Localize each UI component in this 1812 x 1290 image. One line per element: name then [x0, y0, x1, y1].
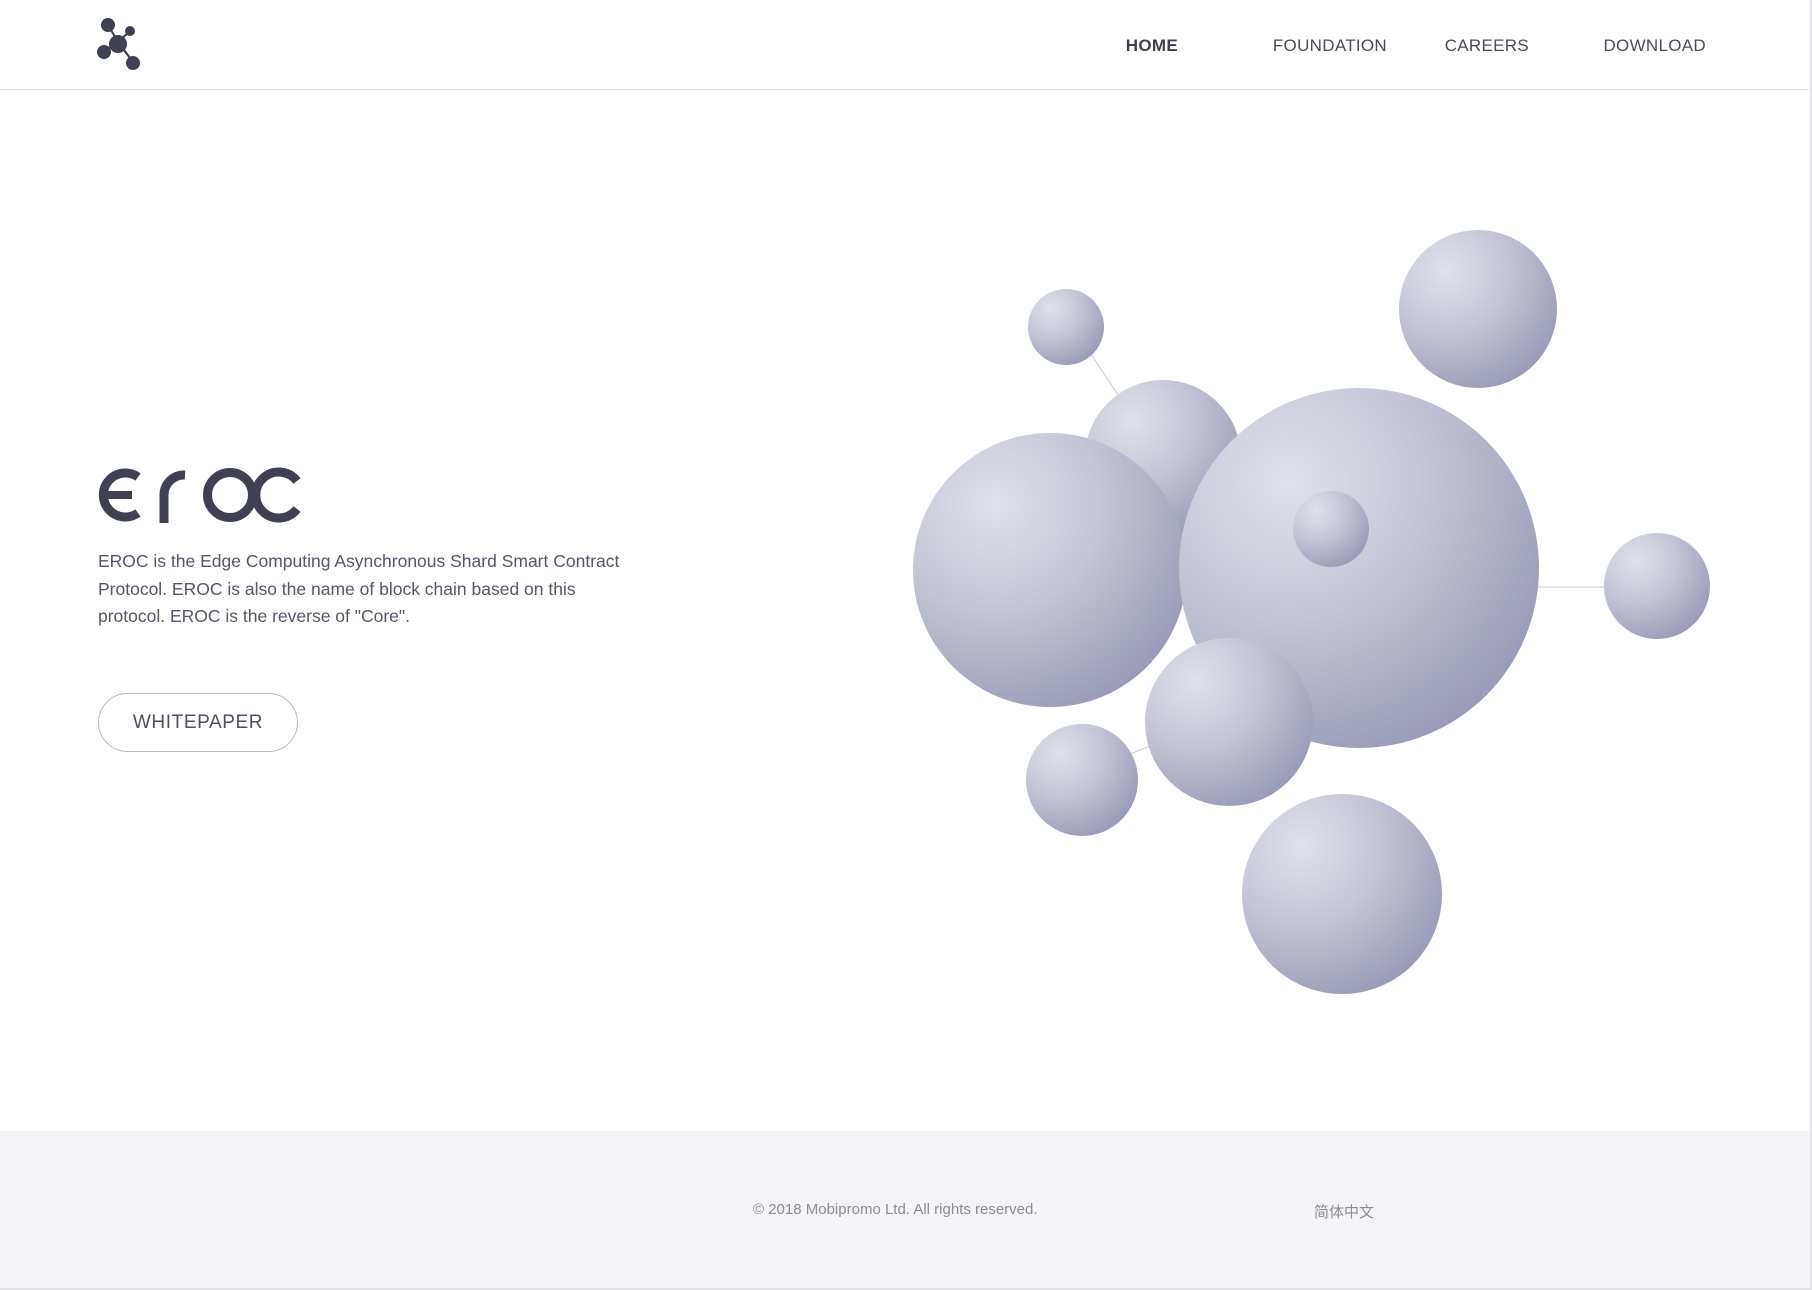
nav-foundation[interactable]: FOUNDATION — [1273, 36, 1387, 56]
nav-careers[interactable]: CAREERS — [1445, 36, 1529, 56]
molecule-logo-icon[interactable] — [96, 18, 146, 72]
eroc-wordmark-logo — [98, 467, 301, 523]
sphere-cluster-illustration — [913, 230, 1710, 994]
language-switch-link[interactable]: 简体中文 — [1314, 1201, 1374, 1222]
hero-description: EROC is the Edge Computing Asynchronous … — [98, 551, 620, 626]
page: HOME FOUNDATION CAREERS DOWNLOAD EROC is… — [0, 0, 1812, 1290]
copyright-text: © 2018 Mobipromo Ltd. All rights reserve… — [753, 1201, 1038, 1218]
nav-home[interactable]: HOME — [1126, 36, 1178, 56]
nav-download[interactable]: DOWNLOAD — [1603, 36, 1706, 56]
site-header: HOME FOUNDATION CAREERS DOWNLOAD — [0, 0, 1810, 90]
whitepaper-button[interactable]: WHITEPAPER — [98, 693, 298, 752]
